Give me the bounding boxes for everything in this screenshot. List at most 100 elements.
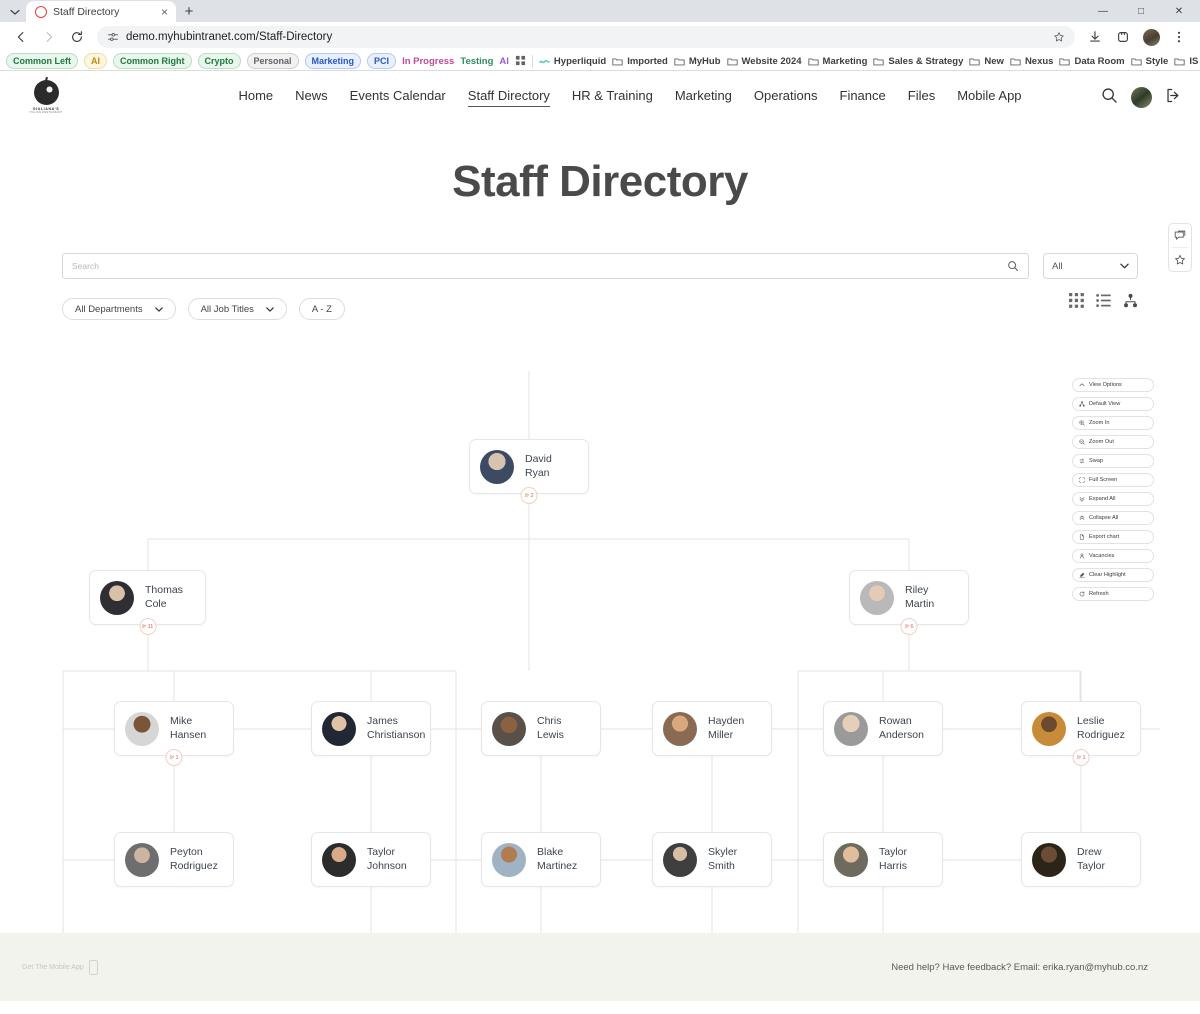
bookmark-chip[interactable]: Marketing	[305, 53, 362, 69]
full-screen-button[interactable]: Full Screen	[1072, 473, 1154, 487]
sort-order-filter[interactable]: A - Z	[299, 298, 345, 320]
get-mobile-app[interactable]: Get The Mobile App	[22, 960, 98, 975]
grid-view-icon[interactable]	[1069, 293, 1084, 308]
bookmark-item[interactable]: In Progress	[402, 56, 454, 67]
direct-reports-badge[interactable]: 1	[166, 749, 183, 766]
site-logo[interactable]: GIULIANA'S ITALIAN RESTAURANT	[16, 80, 76, 114]
export-chart-button[interactable]: Export chart	[1072, 530, 1154, 544]
nav-item-files[interactable]: Files	[908, 88, 935, 107]
tab-title: Staff Directory	[53, 6, 155, 18]
bookmark-folder[interactable]: New	[969, 56, 1004, 67]
org-node-taylor-johnson[interactable]: Taylor Johnson	[311, 832, 431, 887]
default-view-button[interactable]: Default View	[1072, 397, 1154, 411]
window-close-button[interactable]: ✕	[1160, 0, 1198, 22]
view-options-button[interactable]: View Options	[1072, 378, 1154, 392]
org-node-rowan-anderson[interactable]: Rowan Anderson	[823, 701, 943, 756]
org-node-taylor-harris[interactable]: Taylor Harris	[823, 832, 943, 887]
nav-item-hr-training[interactable]: HR & Training	[572, 88, 653, 107]
bookmark-folder[interactable]: IS Migration	[1174, 56, 1200, 67]
search-icon[interactable]	[1101, 87, 1118, 107]
direct-reports-badge[interactable]: 1	[1073, 749, 1090, 766]
forward-icon[interactable]	[36, 24, 62, 50]
bookmark-folder[interactable]: Imported	[612, 56, 668, 67]
nav-item-home[interactable]: Home	[238, 88, 273, 107]
vacancies-button[interactable]: Vacancies	[1072, 549, 1154, 563]
bookmark-folder[interactable]: Style	[1131, 56, 1169, 67]
nav-item-news[interactable]: News	[295, 88, 328, 107]
feedback-chat-icon[interactable]	[1169, 224, 1191, 247]
direct-reports-badge[interactable]: 11	[139, 618, 156, 635]
nav-item-staff-directory[interactable]: Staff Directory	[468, 88, 550, 107]
direct-reports-badge[interactable]: 6	[901, 618, 918, 635]
collapse-all-button[interactable]: Collapse All	[1072, 511, 1154, 525]
org-node-skyler-smith[interactable]: Skyler Smith	[652, 832, 772, 887]
tab-search-icon[interactable]	[4, 2, 26, 22]
org-node-name: Taylor Johnson	[367, 846, 420, 872]
org-node-drew-taylor[interactable]: Drew Taylor	[1021, 832, 1141, 887]
bookmark-folder[interactable]: Marketing	[808, 56, 868, 67]
zoom-in-button[interactable]: Zoom In	[1072, 416, 1154, 430]
bookmark-chip[interactable]: Personal	[247, 53, 299, 69]
org-node-hayden-miller[interactable]: Hayden Miller	[652, 701, 772, 756]
nav-item-operations[interactable]: Operations	[754, 88, 818, 107]
zoom-out-label: Zoom Out	[1089, 439, 1114, 445]
bookmark-label: IS Migration	[1189, 56, 1200, 67]
bookmark-folder[interactable]: Sales & Strategy	[873, 56, 963, 67]
browser-menu-icon[interactable]	[1166, 24, 1192, 50]
browser-tab[interactable]: Staff Directory ×	[26, 1, 176, 22]
org-node-riley-martin[interactable]: Riley Martin 6	[849, 570, 969, 625]
org-node-mike-hansen[interactable]: Mike Hansen 1	[114, 701, 234, 756]
zoom-out-button[interactable]: Zoom Out	[1072, 435, 1154, 449]
apps-grid-icon[interactable]	[515, 54, 526, 69]
bookmark-item[interactable]: Testing	[460, 56, 493, 67]
reload-icon[interactable]	[64, 24, 90, 50]
bookmark-chip[interactable]: PCI	[367, 53, 396, 69]
bookmark-chip[interactable]: Common Right	[113, 53, 192, 69]
org-node-leslie-rodriguez[interactable]: Leslie Rodriguez 1	[1021, 701, 1141, 756]
org-node-blake-martinez[interactable]: Blake Martinez	[481, 832, 601, 887]
extensions-icon[interactable]	[1110, 24, 1136, 50]
window-minimize-button[interactable]: —	[1084, 0, 1122, 22]
job-titles-filter[interactable]: All Job Titles	[188, 298, 287, 320]
departments-filter[interactable]: All Departments	[62, 298, 176, 320]
search-input[interactable]: Search	[62, 253, 1029, 279]
bookmark-folder[interactable]: MyHub	[674, 56, 721, 67]
expand-all-button[interactable]: Expand All	[1072, 492, 1154, 506]
bookmark-folder[interactable]: Website 2024	[727, 56, 802, 67]
back-icon[interactable]	[8, 24, 34, 50]
window-maximize-button[interactable]: □	[1122, 0, 1160, 22]
org-node-peyton-rodriguez[interactable]: Peyton Rodriguez	[114, 832, 234, 887]
org-node-david-ryan[interactable]: David Ryan 2	[469, 439, 589, 494]
download-icon[interactable]	[1082, 24, 1108, 50]
address-bar[interactable]: demo.myhubintranet.com/Staff-Directory	[97, 26, 1075, 48]
clear-highlight-button[interactable]: Clear Highlight	[1072, 568, 1154, 582]
all-filter-select[interactable]: All	[1043, 253, 1138, 279]
bookmark-chip[interactable]: Common Left	[6, 53, 78, 69]
nav-item-finance[interactable]: Finance	[840, 88, 886, 107]
nav-item-mobile-app[interactable]: Mobile App	[957, 88, 1021, 107]
favorite-star-icon[interactable]	[1169, 248, 1191, 271]
list-view-icon[interactable]	[1096, 293, 1111, 308]
org-node-james-christianson[interactable]: James Christianson	[311, 701, 431, 756]
profile-avatar[interactable]	[1138, 24, 1164, 50]
close-tab-icon[interactable]: ×	[161, 6, 168, 18]
user-avatar[interactable]	[1131, 87, 1152, 108]
logout-icon[interactable]	[1165, 87, 1182, 107]
org-node-chris-lewis[interactable]: Chris Lewis	[481, 701, 601, 756]
bookmark-hyperliquid[interactable]: Hyperliquid	[539, 56, 606, 67]
search-icon[interactable]	[1007, 260, 1019, 272]
bookmark-folder[interactable]: Nexus	[1010, 56, 1054, 67]
new-tab-button[interactable]: +	[176, 1, 202, 22]
bookmark-folder[interactable]: Data Room	[1059, 56, 1124, 67]
nav-item-events-calendar[interactable]: Events Calendar	[350, 88, 446, 107]
bookmark-item[interactable]: AI	[499, 56, 509, 67]
refresh-button[interactable]: Refresh	[1072, 587, 1154, 601]
chevron-down-icon	[266, 307, 274, 312]
swap-button[interactable]: Swap	[1072, 454, 1154, 468]
org-node-thomas-cole[interactable]: Thomas Cole 11	[89, 570, 206, 625]
nav-item-marketing[interactable]: Marketing	[675, 88, 732, 107]
bookmark-chip[interactable]: Crypto	[198, 53, 241, 69]
bookmark-chip[interactable]: AI	[84, 53, 107, 69]
org-chart-view-icon[interactable]	[1123, 293, 1138, 308]
direct-reports-badge[interactable]: 2	[521, 487, 538, 504]
